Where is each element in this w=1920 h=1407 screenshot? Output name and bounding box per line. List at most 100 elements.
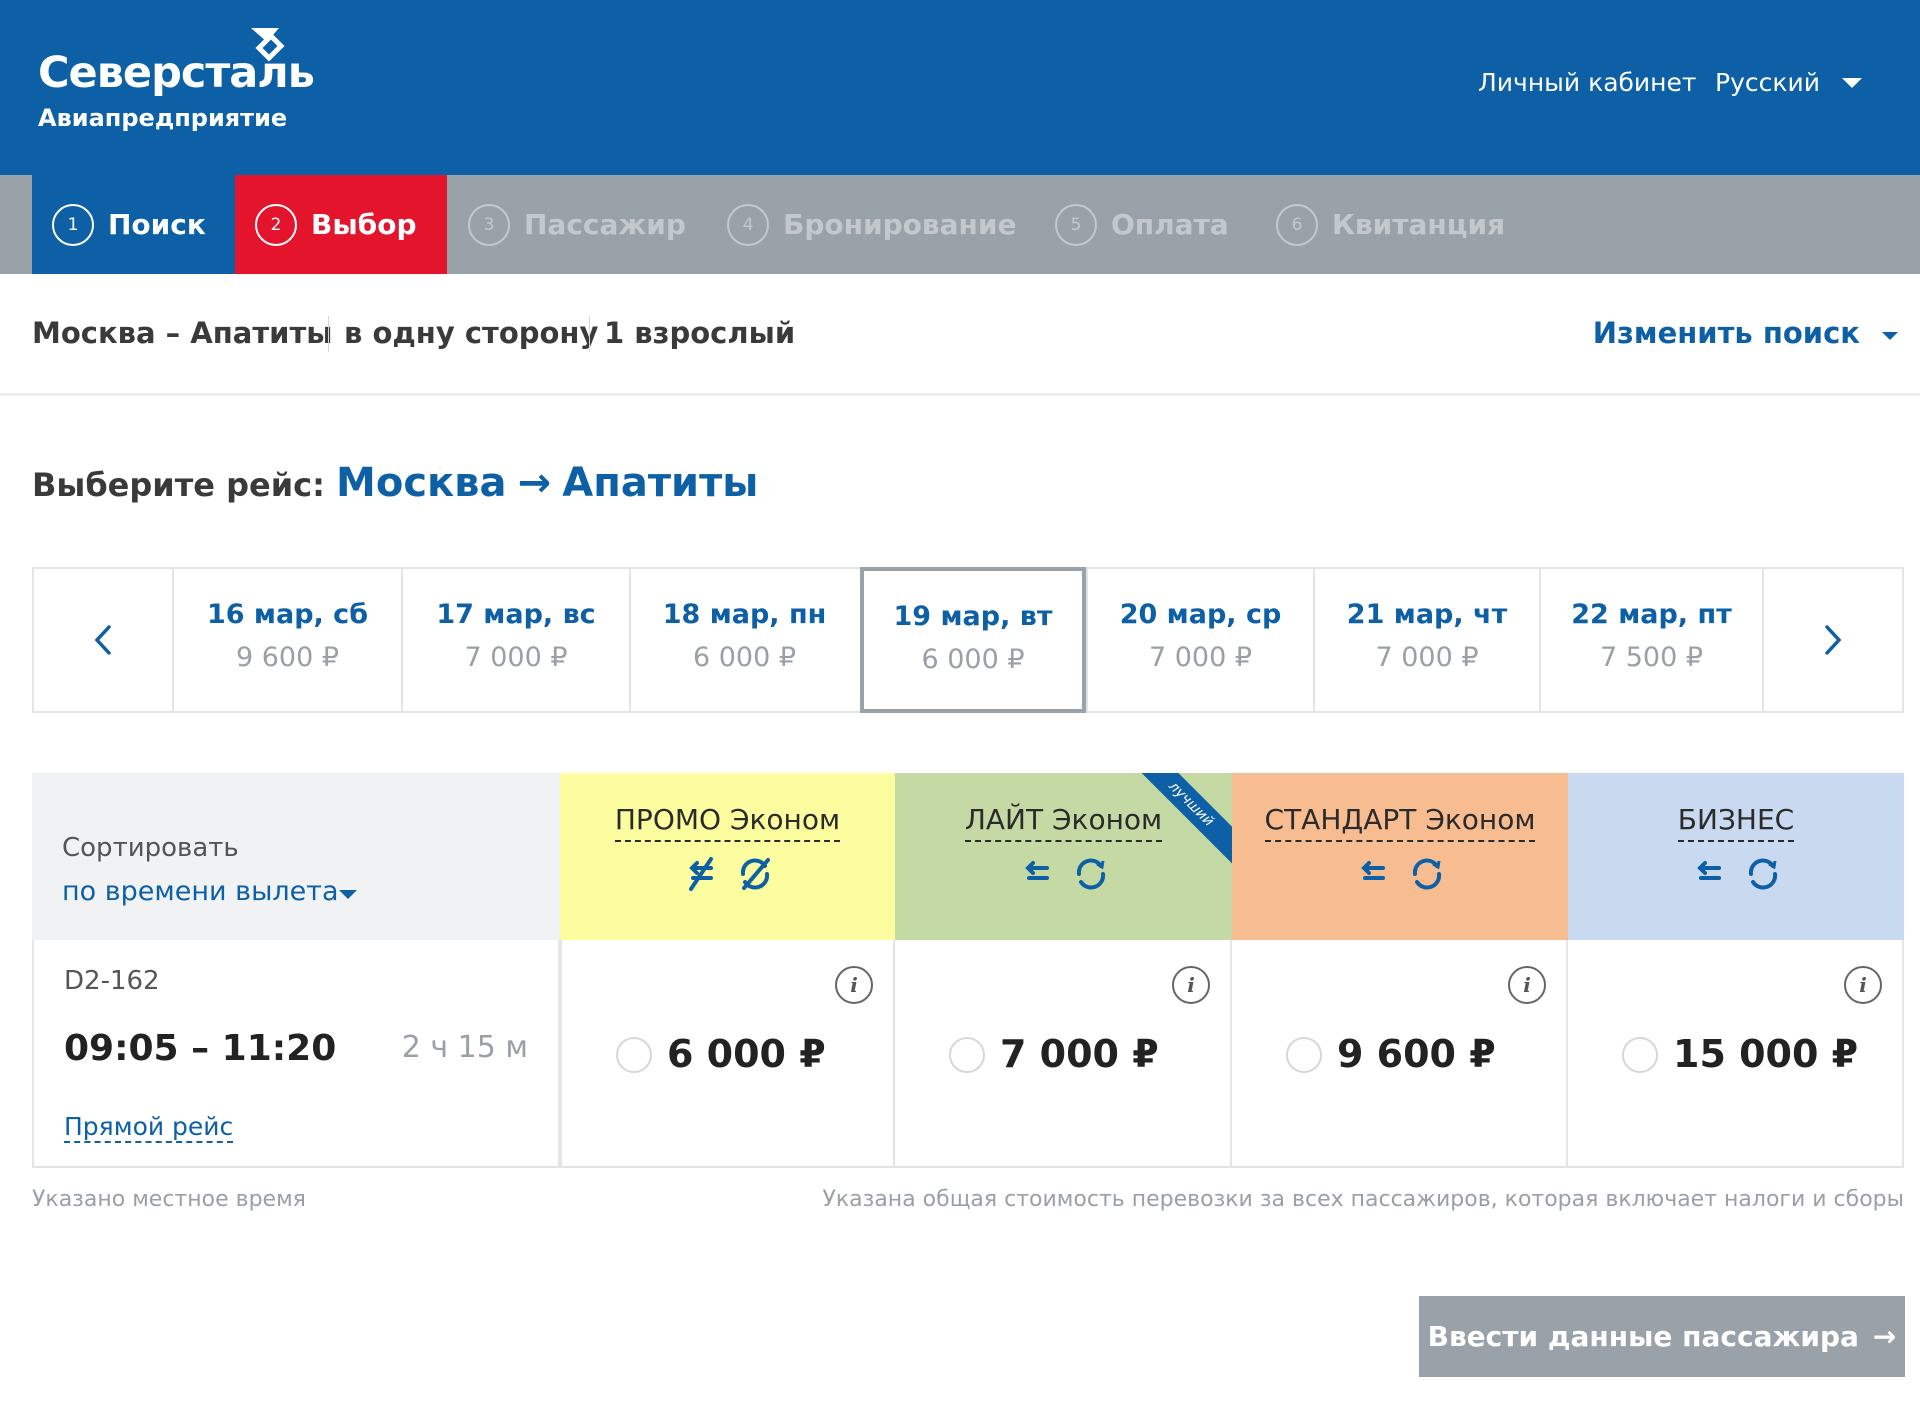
total-cost-note: Указана общая стоимость перевозки за все… (822, 1187, 1904, 1212)
step-number: 3 (468, 203, 510, 246)
flight-info: D2-162 09:05 – 11:20 2 ч 15 м Прямой рей… (32, 940, 560, 1168)
exchange-icon (1076, 858, 1105, 890)
date-price: 7 000 ₽ (1375, 642, 1479, 673)
sort-control: Сортировать по времени вылета (32, 773, 560, 940)
chevron-down-icon[interactable] (339, 890, 357, 899)
chevron-down-icon[interactable] (1882, 332, 1898, 340)
step-payment: 5 Оплата (1055, 175, 1229, 274)
date-option[interactable]: 16 мар, сб 9 600 ₽ (172, 569, 401, 711)
fare-option-standard[interactable]: i 9 600 ₽ (1232, 940, 1568, 1168)
date-label: 20 мар, ср (1119, 599, 1282, 630)
sort-dropdown[interactable]: по времени вылета (62, 876, 339, 907)
step-number: 4 (727, 203, 769, 246)
logo-subtitle: Авиапредприятие (38, 103, 288, 132)
fare-name[interactable]: ПРОМО Эконом (614, 803, 841, 842)
local-time-note: Указано местное время (32, 1187, 306, 1212)
date-option[interactable]: 20 мар, ср 7 000 ₽ (1086, 569, 1313, 711)
step-search[interactable]: 1 Поиск (32, 175, 235, 274)
step-booking: 4 Бронирование (727, 175, 1016, 274)
chevron-down-icon[interactable] (1842, 78, 1862, 88)
logo-mark-icon (251, 28, 285, 62)
date-label: 21 мар, чт (1346, 599, 1508, 630)
refund-icon (1024, 861, 1049, 880)
fare-header-light: ЛАЙТ Эконом лучший (895, 773, 1232, 940)
fare-name[interactable]: СТАНДАРТ Эконом (1264, 803, 1536, 842)
step-number: 5 (1055, 203, 1097, 246)
date-price: 7 000 ₽ (1148, 642, 1253, 673)
button-label: Ввести данные пассажира (1427, 1320, 1859, 1353)
prev-dates-button[interactable] (34, 569, 172, 711)
next-dates-button[interactable] (1762, 569, 1902, 711)
select-flight-label: Выберите рейс: (32, 466, 325, 504)
fare-header-promo: ПРОМО Эконом (560, 773, 895, 940)
flight-time: 09:05 – 11:20 (64, 1028, 337, 1069)
origin-city: Москва (336, 460, 507, 506)
flight-duration: 2 ч 15 м (401, 1030, 528, 1065)
chevron-left-icon (94, 625, 111, 655)
info-icon[interactable]: i (1172, 966, 1210, 1004)
info-icon[interactable]: i (1844, 966, 1882, 1004)
search-summary: Москва – Апатиты в одну сторону 1 взросл… (0, 274, 1920, 396)
personal-account-link[interactable]: Личный кабинет (1478, 68, 1696, 97)
fare-radio[interactable] (616, 1037, 652, 1073)
date-label: 17 мар, вс (436, 599, 596, 630)
destination-city: Апатиты (562, 460, 759, 506)
fare-price: 6 000 ₽ (667, 1032, 826, 1076)
route-summary: Москва – Апатиты (32, 316, 333, 350)
language-select[interactable]: Русский (1715, 68, 1820, 97)
date-price: 6 000 ₽ (921, 644, 1025, 675)
date-price: 9 600 ₽ (235, 642, 340, 673)
step-label: Оплата (1111, 208, 1229, 241)
date-option[interactable]: 21 мар, чт 7 000 ₽ (1313, 569, 1539, 711)
date-option[interactable]: 22 мар, пт 7 500 ₽ (1539, 569, 1762, 711)
fare-option-promo[interactable]: i 6 000 ₽ (560, 940, 895, 1168)
date-option[interactable]: 17 мар, вс 7 000 ₽ (401, 569, 629, 711)
step-select[interactable]: 2 Выбор (235, 175, 447, 274)
info-icon[interactable]: i (835, 966, 873, 1004)
refund-icon (1697, 861, 1721, 880)
step-label: Пассажир (524, 208, 686, 241)
direct-flight-link[interactable]: Прямой рейс (64, 1112, 234, 1143)
change-search-link[interactable]: Изменить поиск (1593, 316, 1860, 350)
fare-radio[interactable] (949, 1037, 985, 1073)
fare-radio[interactable] (1286, 1037, 1322, 1073)
enter-passenger-data-button[interactable]: Ввести данные пассажира → (1419, 1296, 1905, 1377)
route-arrow: → (517, 460, 552, 506)
page-title: Выберите рейс: Москва → Апатиты (32, 460, 758, 506)
trip-type-summary: в одну сторону (344, 316, 599, 350)
arrow-right-icon: → (1872, 1320, 1897, 1353)
sort-label: Сортировать (62, 833, 239, 863)
fare-radio[interactable] (1622, 1037, 1658, 1073)
refund-icon (1361, 861, 1385, 880)
divider (589, 316, 590, 352)
step-label: Выбор (311, 208, 417, 241)
date-price: 7 500 ₽ (1599, 642, 1704, 673)
date-price: 6 000 ₽ (692, 642, 797, 673)
logo[interactable]: Северсталь Авиапредприятие (38, 18, 315, 132)
passengers-summary: 1 взрослый (604, 316, 796, 350)
date-option-selected[interactable]: 19 мар, вт 6 000 ₽ (860, 567, 1086, 713)
flight-number: D2-162 (64, 966, 160, 996)
date-price: 7 000 ₽ (464, 642, 568, 673)
fare-name[interactable]: БИЗНЕС (1677, 803, 1795, 842)
date-label: 18 мар, пн (662, 599, 827, 630)
step-label: Квитанция (1332, 208, 1506, 241)
step-label: Поиск (108, 208, 206, 241)
date-label: 22 мар, пт (1571, 599, 1732, 630)
step-receipt: 6 Квитанция (1276, 175, 1505, 274)
fare-header-business: БИЗНЕС (1568, 773, 1904, 940)
date-option[interactable]: 18 мар, пн 6 000 ₽ (629, 569, 858, 711)
fare-option-light[interactable]: i 7 000 ₽ (895, 940, 1232, 1168)
fare-option-business[interactable]: i 15 000 ₽ (1568, 940, 1904, 1168)
step-number: 6 (1276, 203, 1318, 246)
exchange-icon (1412, 858, 1442, 890)
info-icon[interactable]: i (1508, 966, 1546, 1004)
step-passenger: 3 Пассажир (468, 175, 686, 274)
date-selector: 16 мар, сб 9 600 ₽ 17 мар, вс 7 000 ₽ 18… (32, 567, 1904, 713)
fare-price: 15 000 ₽ (1673, 1032, 1859, 1076)
site-header: Северсталь Авиапредприятие Личный кабине… (0, 0, 1920, 175)
step-label: Бронирование (783, 208, 1017, 241)
divider (328, 316, 329, 352)
exchange-icon (1748, 858, 1778, 890)
fare-name[interactable]: ЛАЙТ Эконом (964, 803, 1163, 842)
